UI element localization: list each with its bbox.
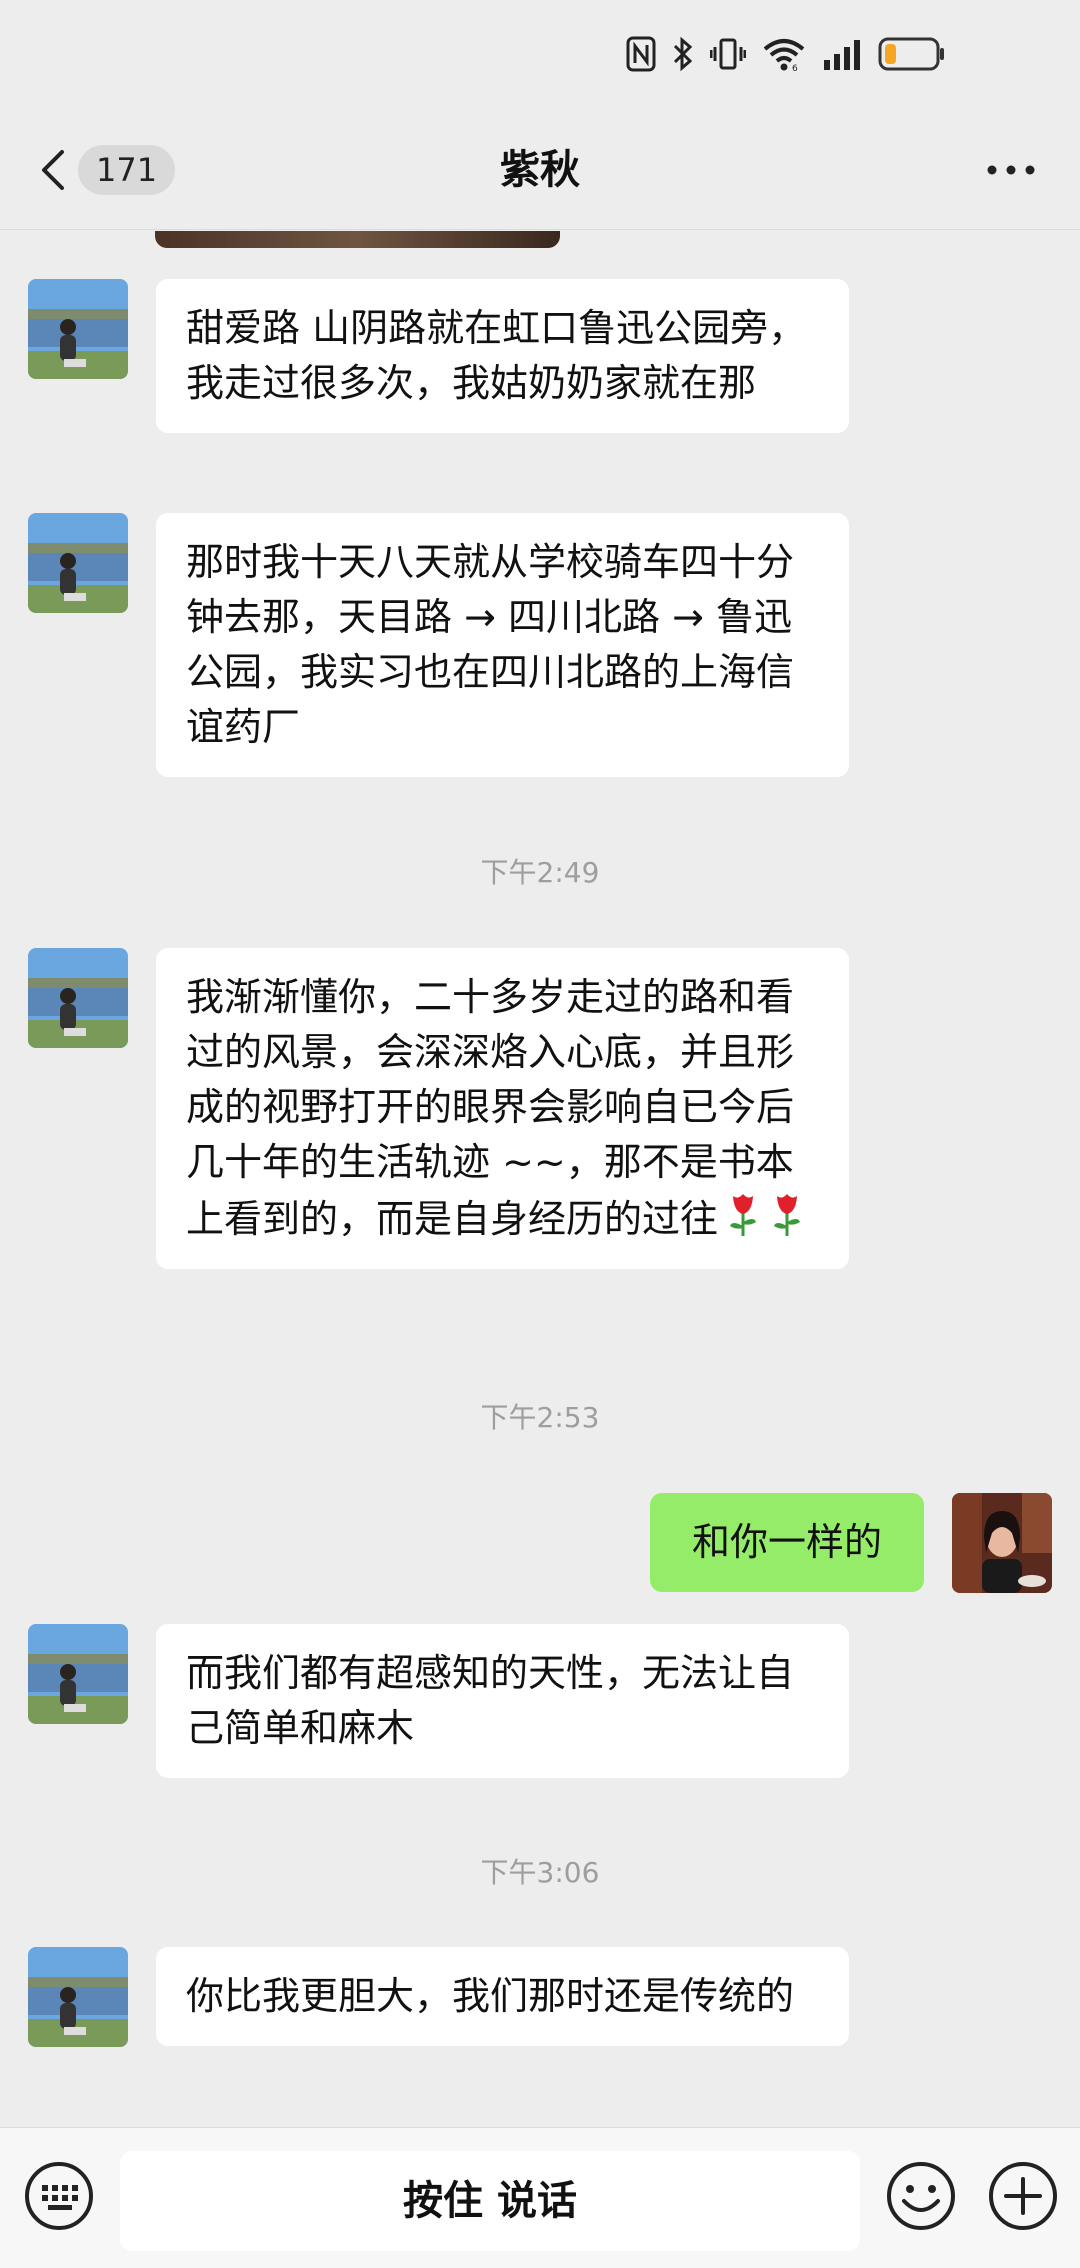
rose-emoji-icon	[774, 1194, 801, 1236]
image-message-partial[interactable]	[155, 231, 560, 248]
contact-avatar[interactable]	[28, 1947, 128, 2047]
rose-emoji-icon	[730, 1194, 757, 1236]
status-bar: 6	[0, 0, 1080, 110]
more-options-icon[interactable]	[986, 160, 1036, 180]
my-avatar[interactable]	[952, 1493, 1052, 1593]
nfc-icon	[626, 36, 656, 72]
chat-screen: 6 171 紫秋 甜爱路 山阴路就在虹口鲁迅公园旁，我走过很多次，我姑奶奶家就在…	[0, 0, 1080, 2268]
keyboard-toggle-icon[interactable]	[24, 2161, 94, 2231]
incoming-message[interactable]: 而我们都有超感知的天性，无法让自己简单和麻木	[156, 1624, 849, 1778]
incoming-message[interactable]: 那时我十天八天就从学校骑车四十分钟去那，天目路 → 四川北路 → 鲁迅公园，我实…	[156, 513, 849, 777]
incoming-message[interactable]: 我渐渐懂你，二十多岁走过的路和看过的风景，会深深烙入心底，并且形成的视野打开的眼…	[156, 948, 849, 1269]
plus-icon[interactable]	[988, 2161, 1058, 2231]
signal-icon	[824, 40, 860, 70]
unread-count-badge[interactable]: 171	[78, 145, 176, 195]
message-list[interactable]: 甜爱路 山阴路就在虹口鲁迅公园旁，我走过很多次，我姑奶奶家就在那 那时我十天八天…	[0, 231, 1080, 2127]
emoji-icon[interactable]	[886, 2161, 956, 2231]
timestamp: 下午3:06	[480, 1856, 600, 1889]
timestamp: 下午2:53	[480, 1401, 600, 1434]
battery-icon	[878, 37, 944, 71]
contact-avatar[interactable]	[28, 1624, 128, 1724]
incoming-message[interactable]: 你比我更胆大，我们那时还是传统的	[156, 1947, 849, 2046]
contact-avatar[interactable]	[28, 948, 128, 1048]
bluetooth-icon	[673, 36, 693, 72]
back-arrow-icon[interactable]	[34, 146, 70, 194]
outgoing-message[interactable]: 和你一样的	[650, 1493, 924, 1592]
input-bar: 按住 说话	[0, 2127, 1080, 2268]
timestamp: 下午2:49	[480, 856, 600, 889]
vibrate-icon	[710, 38, 746, 70]
contact-avatar[interactable]	[28, 279, 128, 379]
contact-avatar[interactable]	[28, 513, 128, 613]
chat-header: 171 紫秋	[0, 110, 1080, 230]
hold-to-talk-button[interactable]: 按住 说话	[120, 2151, 860, 2251]
incoming-message[interactable]: 甜爱路 山阴路就在虹口鲁迅公园旁，我走过很多次，我姑奶奶家就在那	[156, 279, 849, 433]
wifi-icon: 6	[763, 39, 805, 72]
message-text: 我渐渐懂你，二十多岁走过的路和看过的风景，会深深烙入心底，并且形成的视野打开的眼…	[186, 975, 795, 1241]
svg-text:6: 6	[792, 64, 798, 72]
